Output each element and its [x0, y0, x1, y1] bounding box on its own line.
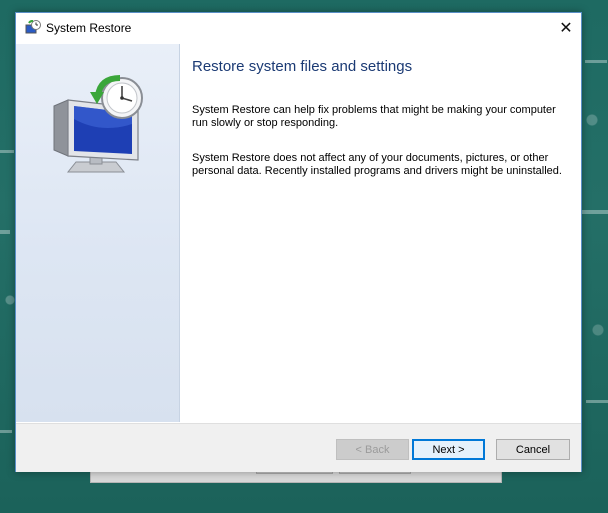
sidebar-panel	[16, 44, 180, 422]
cancel-button[interactable]: Cancel	[496, 439, 570, 460]
title-bar[interactable]: System Restore ✕	[16, 13, 581, 44]
desktop-texture	[586, 400, 608, 403]
data-safety-paragraph: System Restore does not affect any of yo…	[192, 152, 562, 177]
description-paragraph: System Restore can help fix problems tha…	[192, 104, 556, 129]
page-title: Restore system files and settings	[192, 58, 413, 75]
system-restore-icon	[25, 19, 41, 36]
desktop-texture	[0, 230, 10, 234]
desktop-texture	[0, 150, 14, 153]
back-button[interactable]: < Back	[336, 439, 409, 460]
close-icon: ✕	[559, 19, 573, 37]
desktop-texture	[585, 60, 607, 63]
next-button[interactable]: Next >	[412, 439, 485, 460]
desktop-texture	[582, 210, 608, 214]
system-restore-monitor-clock-icon	[46, 74, 151, 179]
desktop-texture	[0, 430, 12, 433]
system-restore-dialog: System Restore ✕ Restore system files an…	[15, 12, 582, 472]
button-bar: < Back Next > Cancel	[16, 423, 581, 472]
close-button[interactable]: ✕	[551, 13, 581, 42]
window-title: System Restore	[46, 21, 132, 35]
